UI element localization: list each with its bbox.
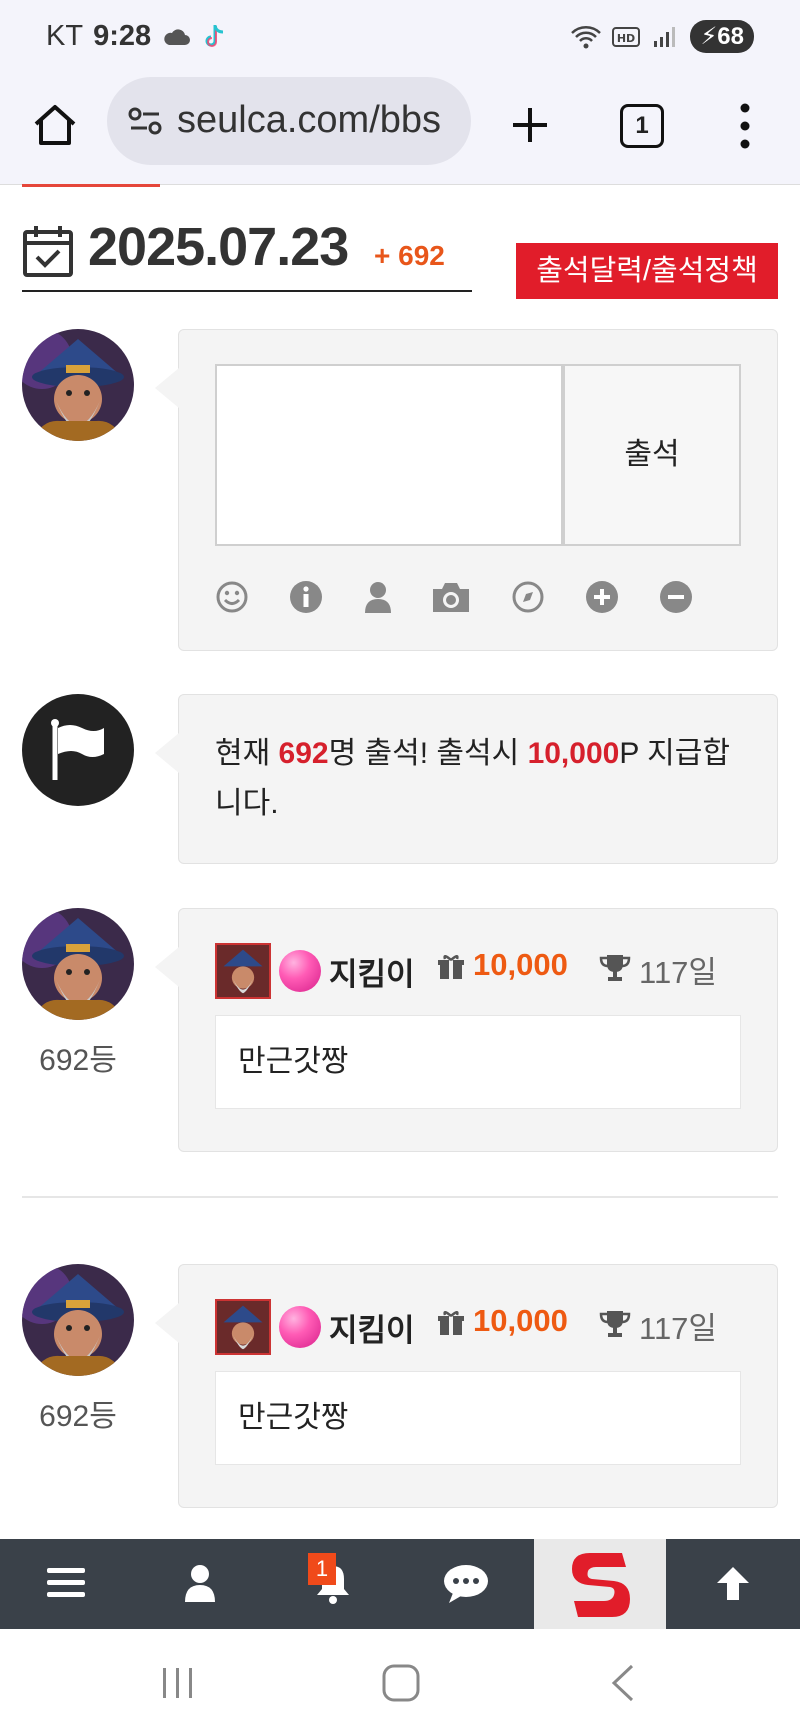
nav-scroll-top-button[interactable] xyxy=(667,1539,800,1629)
wizard-thumb-image xyxy=(217,945,269,997)
battery-level: 68 xyxy=(717,23,744,50)
new-tab-icon[interactable] xyxy=(505,100,555,150)
level-orb-icon xyxy=(279,1306,321,1348)
attendance-notice-box: 현재 692명 출석! 출석시 10,000P 지급합니다. xyxy=(155,694,778,864)
notice-mid: 명 출석! 출석시 xyxy=(328,737,528,770)
level-orb-icon xyxy=(279,950,321,992)
wifi-icon xyxy=(571,25,602,48)
attend-submit-button[interactable]: 출석 xyxy=(563,364,741,546)
site-logo-icon xyxy=(572,1553,630,1617)
attendance-comment-input[interactable] xyxy=(215,364,563,546)
nav-profile-button[interactable] xyxy=(133,1539,266,1629)
user-thumbnail[interactable] xyxy=(215,1299,271,1355)
smile-icon[interactable] xyxy=(215,580,249,614)
clock: 9:28 xyxy=(93,20,152,52)
attendance-policy-button[interactable]: 출석달력/출석정책 xyxy=(516,243,778,299)
entry-username[interactable]: 지킴이 xyxy=(329,1305,415,1350)
arrow-up-icon xyxy=(717,1567,749,1600)
info-icon[interactable] xyxy=(289,580,323,614)
status-left: KT 9:28 xyxy=(46,20,227,53)
notice-count: 692 xyxy=(278,737,329,770)
attendance-date: 2025.07.23 xyxy=(88,217,349,277)
recent-apps-icon[interactable] xyxy=(160,1665,196,1701)
entry-message: 만근갓짱 xyxy=(215,1371,741,1465)
status-bar: KT 9:28 HD ⚡68 xyxy=(0,0,800,72)
back-nav-icon[interactable] xyxy=(608,1663,638,1703)
entry-box: 지킴이 10,000 117일 만근갓짱 xyxy=(155,908,778,1152)
entry-rank: 692등 xyxy=(39,1400,117,1433)
cloud-icon xyxy=(164,28,191,45)
entry-points: 10,000 xyxy=(473,1303,568,1338)
gift-icon xyxy=(438,1311,464,1335)
chat-bubble-icon xyxy=(444,1565,488,1603)
notice-avatar xyxy=(22,694,134,806)
entry-box: 지킴이 10,000 117일 만근갓짱 xyxy=(155,1264,778,1508)
notice-points: 10,000 xyxy=(527,737,620,770)
entry-points: 10,000 xyxy=(473,947,568,982)
entry-days: 117일 xyxy=(639,955,717,990)
attendance-notice-text: 현재 692명 출석! 출석시 10,000P 지급합니다. xyxy=(215,729,735,829)
nav-chat-button[interactable] xyxy=(399,1539,532,1629)
attendance-date-header: 2025.07.23 + 692 xyxy=(22,217,472,292)
trophy-icon xyxy=(599,955,631,981)
tiktok-icon xyxy=(205,24,224,47)
section-accent-line xyxy=(22,184,160,187)
svg-text:HD: HD xyxy=(617,32,635,45)
wizard-avatar-image xyxy=(22,329,134,441)
browser-toolbar: seulca.com/bbs 1 xyxy=(0,72,800,185)
entry-meta: 지킴이 10,000 117일 xyxy=(215,943,755,999)
carrier-label: KT xyxy=(46,20,84,52)
address-bar[interactable]: seulca.com/bbs xyxy=(107,77,471,165)
flag-icon xyxy=(51,719,104,780)
plus-circle-icon[interactable] xyxy=(585,580,619,614)
calendar-check-icon xyxy=(23,226,73,277)
entry-avatar xyxy=(22,1264,134,1376)
entry-days: 117일 xyxy=(639,1311,717,1346)
battery-indicator: ⚡68 xyxy=(690,20,754,53)
entry-meta: 지킴이 10,000 117일 xyxy=(215,1299,755,1355)
entry-divider xyxy=(22,1196,778,1198)
home-nav-icon[interactable] xyxy=(381,1663,421,1703)
user-icon xyxy=(185,1565,215,1602)
compass-icon[interactable] xyxy=(511,580,545,614)
site-logo-button[interactable] xyxy=(534,1539,666,1629)
notification-badge: 1 xyxy=(308,1553,336,1585)
system-nav-bar xyxy=(0,1629,800,1734)
entry-username[interactable]: 지킴이 xyxy=(329,949,415,994)
nav-menu-button[interactable] xyxy=(0,1539,133,1629)
signal-icon xyxy=(654,26,676,47)
entry-rank: 692등 xyxy=(39,1044,117,1077)
more-menu-icon[interactable] xyxy=(735,102,755,150)
entry-avatar xyxy=(22,908,134,1020)
home-icon[interactable] xyxy=(30,100,80,150)
avatar xyxy=(22,329,134,441)
user-icon[interactable] xyxy=(361,580,395,614)
user-thumbnail[interactable] xyxy=(215,943,271,999)
camera-icon[interactable] xyxy=(431,580,471,614)
wizard-avatar-image xyxy=(22,1264,134,1376)
bottom-nav: 1 xyxy=(0,1539,800,1629)
comment-form-box: 출석 xyxy=(155,329,778,651)
url-text[interactable]: seulca.com/bbs xyxy=(177,99,465,142)
trophy-icon xyxy=(599,1311,631,1337)
wizard-avatar-image xyxy=(22,908,134,1020)
wizard-thumb-image xyxy=(217,1301,269,1353)
minus-circle-icon[interactable] xyxy=(659,580,693,614)
status-right: HD ⚡68 xyxy=(570,20,754,53)
attendance-count: + 692 xyxy=(374,240,445,271)
comment-toolbar xyxy=(215,580,715,620)
hamburger-menu-icon xyxy=(47,1568,85,1597)
notice-prefix: 현재 xyxy=(215,737,279,770)
tab-switcher-button[interactable]: 1 xyxy=(620,104,664,148)
gift-icon xyxy=(438,955,464,979)
site-settings-icon[interactable] xyxy=(127,105,163,137)
entry-message: 만근갓짱 xyxy=(215,1015,741,1109)
hd-icon: HD xyxy=(612,26,641,47)
